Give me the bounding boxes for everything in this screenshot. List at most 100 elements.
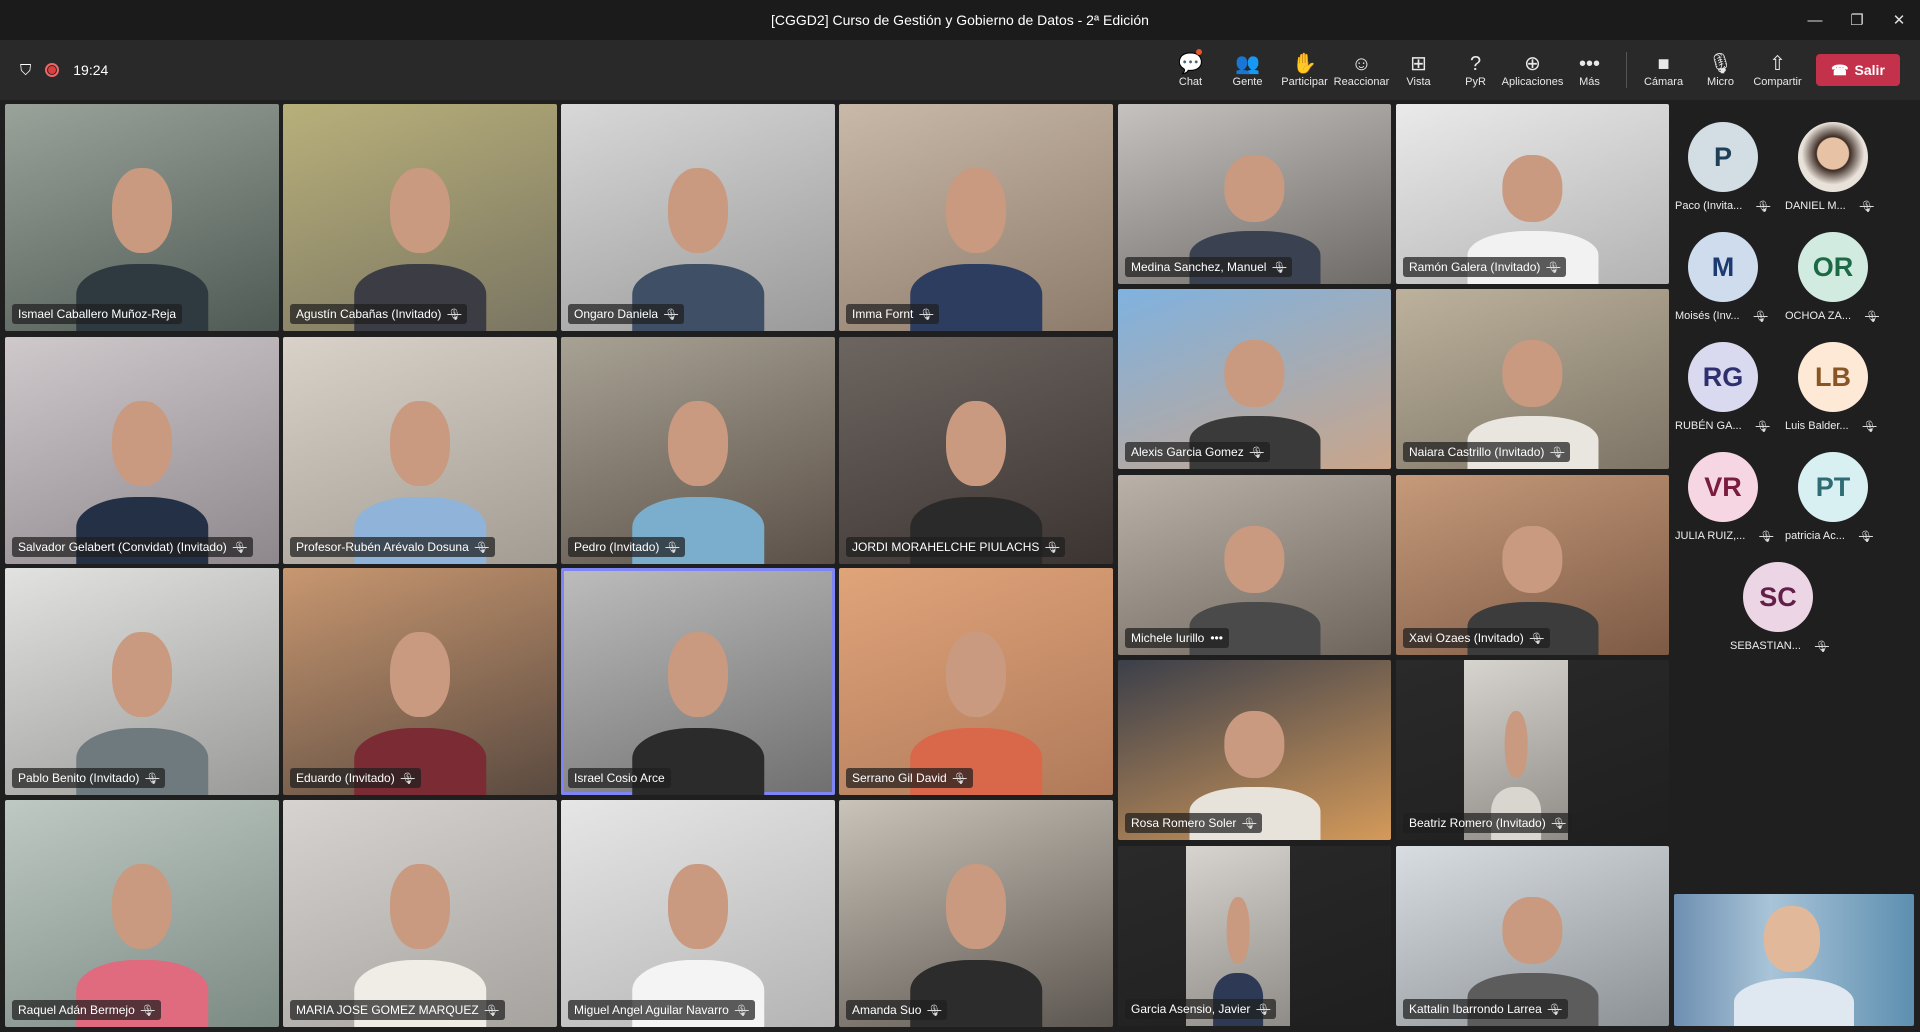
leave-button[interactable]: ☎ Salir [1816,54,1900,86]
self-view-video[interactable] [1674,894,1914,1026]
participant-face [389,168,451,254]
apps-icon: ⊕ [1524,53,1541,75]
close-button[interactable]: ✕ [1878,0,1920,40]
toolbar-participar-button[interactable]: ✋ Participar [1276,42,1333,98]
participant-video-tile[interactable]: Kattalin Ibarrondo Larrea 🎙 [1396,846,1669,1026]
mic-off-icon: 🎙 [1865,311,1879,323]
participant-name-label: MARIA JOSE GOMEZ MARQUEZ 🎙 [290,1000,505,1020]
people-icon: 👥 [1235,53,1260,75]
participant-name: Ongaro Daniela [574,307,659,321]
chat-icon: 💬 [1178,53,1203,75]
participant-avatar[interactable]: P [1688,122,1758,192]
toolbar-reaccionar-button[interactable]: ☺ Reaccionar [1333,42,1390,98]
mic-off-icon: 🎙 [484,1004,499,1017]
participant-name-label: Rosa Romero Soler 🎙 [1125,813,1263,833]
mic-off-icon: 🎙 [1759,531,1774,543]
participant-roster-name: Luis Balder... 🎙 [1785,420,1877,433]
participant-face [945,401,1007,487]
participant-avatar[interactable]: VR [1688,452,1758,522]
participant-video-tile[interactable]: Amanda Suo 🎙 [839,800,1113,1027]
participant-video-tile[interactable]: Medina Sanchez, Manuel 🎙 [1118,104,1391,284]
participant-avatar[interactable]: OR [1798,232,1868,302]
microphone-icon: 🎙 [1707,53,1734,75]
meeting-timer: 19:24 [73,62,109,78]
participant-avatar[interactable]: SC [1743,562,1813,632]
minimize-button[interactable]: — [1794,0,1836,40]
toolbar-micro-button[interactable]: 🎙 Micro [1692,42,1749,98]
participant-video-tile[interactable]: Ramón Galera (Invitado) 🎙 [1396,104,1669,284]
participant-name-label: Alexis Garcia Gomez 🎙 [1125,442,1270,462]
toolbar-gente-button[interactable]: 👥 Gente [1219,42,1276,98]
participant-face [667,401,729,487]
toolbar-label: Cámara [1643,76,1684,88]
participant-video-tile[interactable]: Naiara Castrillo (Invitado) 🎙 [1396,289,1669,469]
participant-video-tile[interactable]: Ongaro Daniela 🎙 [561,104,835,331]
mic-off-icon: 🎙 [1550,446,1565,459]
mic-off-icon: 🎙 [1859,201,1874,213]
mic-off-icon: 🎙 [919,308,934,321]
toolbar-vista-button[interactable]: ⊞ Vista [1390,42,1447,98]
participant-video-tile[interactable]: Beatriz Romero (Invitado) 🎙 [1396,660,1669,840]
toolbar-pyr-button[interactable]: ? PyR [1447,42,1504,98]
participant-roster-name: RUBÉN GA... 🎙 [1675,420,1770,433]
participant-video-tile[interactable]: Salvador Gelabert (Convidat) (Invitado) 🎙 [5,337,279,564]
participant-avatar[interactable]: LB [1798,342,1868,412]
participant-video-tile[interactable]: Eduardo (Invitado) 🎙 [283,568,557,795]
maximize-button[interactable]: ❐ [1836,0,1878,40]
participant-video-tile[interactable]: Michele Iurillo ••• [1118,475,1391,655]
mic-off-icon: 🎙 [1756,201,1771,213]
shield-icon[interactable]: ⛉ [20,62,31,79]
participant-name: JORDI MORAHELCHE PIULACHS [852,540,1040,554]
toolbar-label: Más [1579,76,1600,88]
participant-video-tile[interactable]: Israel Cosio Arce [561,568,835,795]
participant-face [389,401,451,487]
participant-video-tile[interactable]: Miguel Angel Aguilar Navarro 🎙 [561,800,835,1027]
participant-roster-name: patricia Ac... 🎙 [1785,530,1873,543]
participant-video-tile[interactable]: Garcia Asensio, Javier 🎙 [1118,846,1391,1026]
participant-video-tile[interactable]: JORDI MORAHELCHE PIULACHS 🎙 [839,337,1113,564]
grid-view-icon: ⊞ [1410,53,1427,75]
participant-name: Michele Iurillo [1131,631,1205,645]
participant-name-label: JORDI MORAHELCHE PIULACHS 🎙 [846,537,1066,557]
participant-name: MARIA JOSE GOMEZ MARQUEZ [296,1003,479,1017]
participant-video-tile[interactable]: Pedro (Invitado) 🎙 [561,337,835,564]
toolbar-compartir-button[interactable]: ⇧ Compartir [1749,42,1806,98]
participant-avatar[interactable]: M [1688,232,1758,302]
participant-face [945,632,1007,718]
notification-badge [1196,49,1202,55]
participant-video-tile[interactable]: Raquel Adán Bermejo 🎙 [5,800,279,1027]
participant-video-tile[interactable]: Serrano Gil David 🎙 [839,568,1113,795]
more-options-icon[interactable]: ••• [1210,631,1223,645]
participant-name: Rosa Romero Soler [1131,816,1237,830]
participant-video-tile[interactable]: Alexis Garcia Gomez 🎙 [1118,289,1391,469]
participant-name-label: Amanda Suo 🎙 [846,1000,948,1020]
mic-off-icon: 🎙 [1551,817,1566,830]
participant-avatar[interactable] [1798,122,1868,192]
mic-off-icon: 🎙 [664,308,679,321]
participant-video-tile[interactable]: Agustín Cabañas (Invitado) 🎙 [283,104,557,331]
participant-video-tile[interactable]: Profesor-Rubén Arévalo Dosuna 🎙 [283,337,557,564]
toolbar-más-button[interactable]: ••• Más [1561,42,1618,98]
participant-video-tile[interactable]: Imma Fornt 🎙 [839,104,1113,331]
toolbar-chat-button[interactable]: 💬 Chat [1162,42,1219,98]
participant-roster-name: OCHOA ZA... 🎙 [1785,310,1879,323]
mic-off-icon: 🎙 [145,772,160,785]
toolbar-aplicaciones-button[interactable]: ⊕ Aplicaciones [1502,42,1564,98]
participant-name-label: Medina Sanchez, Manuel 🎙 [1125,257,1293,277]
participant-video-tile[interactable]: Rosa Romero Soler 🎙 [1118,660,1391,840]
toolbar-cámara-button[interactable]: ■ Cámara [1635,42,1692,98]
participant-name: Raquel Adán Bermejo [18,1003,135,1017]
participant-video-tile[interactable]: Ismael Caballero Muñoz-Reja [5,104,279,331]
participant-name-label: Agustín Cabañas (Invitado) 🎙 [290,304,468,324]
participant-video-tile[interactable]: Xavi Ozaes (Invitado) 🎙 [1396,475,1669,655]
toolbar-label: Chat [1178,76,1203,88]
participant-name-label: Garcia Asensio, Javier 🎙 [1125,999,1277,1019]
participant-video-tile[interactable]: MARIA JOSE GOMEZ MARQUEZ 🎙 [283,800,557,1027]
participant-video-tile[interactable]: Pablo Benito (Invitado) 🎙 [5,568,279,795]
participant-avatar[interactable]: RG [1688,342,1758,412]
participant-name-label: Ramón Galera (Invitado) 🎙 [1403,257,1567,277]
participant-name: Pablo Benito (Invitado) [18,771,140,785]
participant-name: Eduardo (Invitado) [296,771,395,785]
participant-name-label: Miguel Angel Aguilar Navarro 🎙 [568,1000,755,1020]
participant-avatar[interactable]: PT [1798,452,1868,522]
